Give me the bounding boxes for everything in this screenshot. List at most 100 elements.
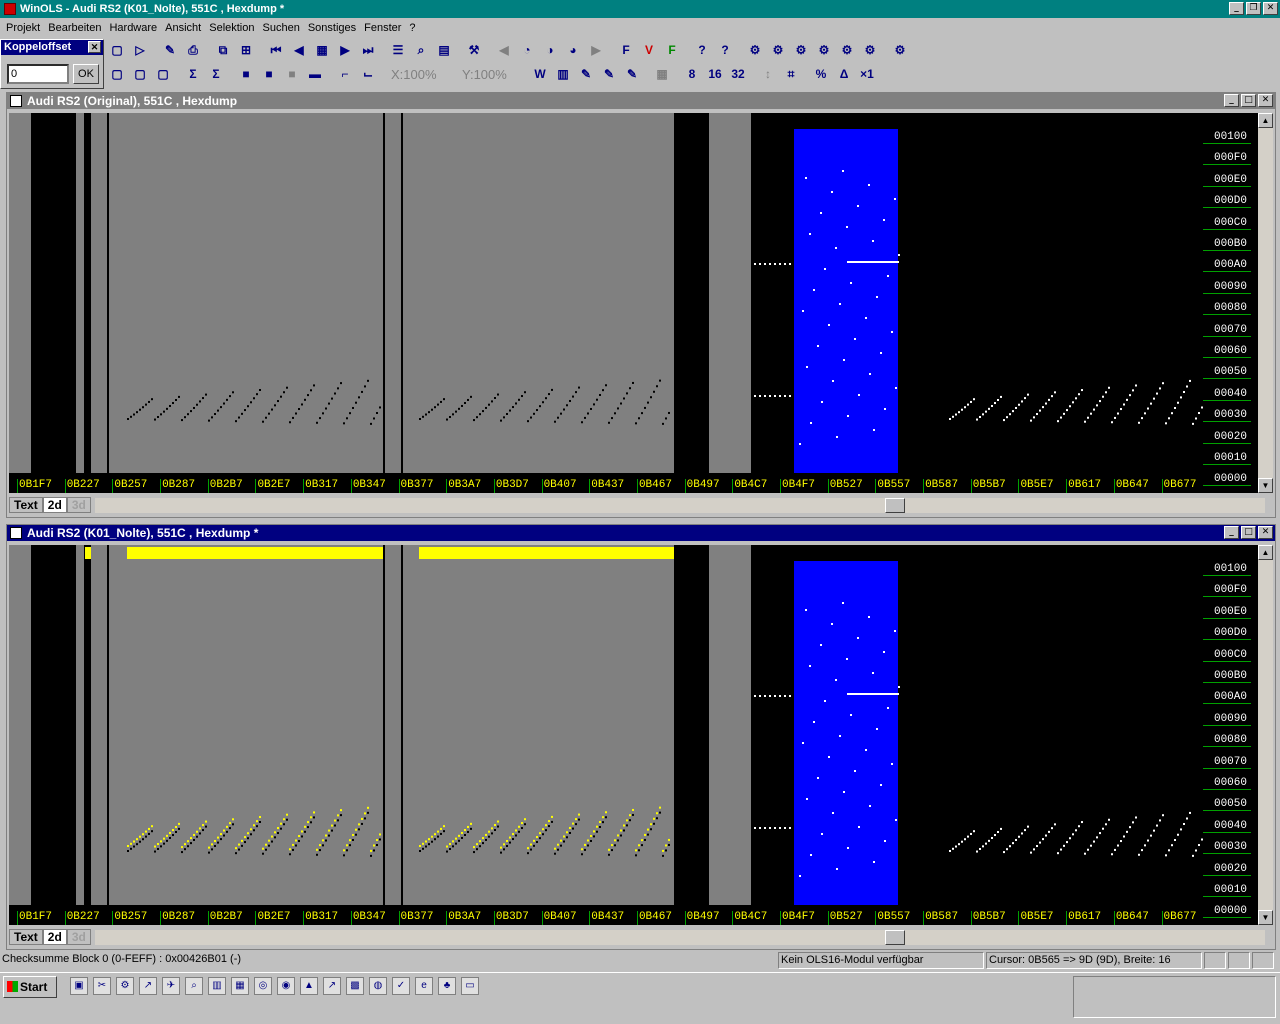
list-icon[interactable]: ☰ (387, 40, 409, 60)
ok-button[interactable]: OK (73, 64, 99, 84)
menu-hardware[interactable]: Hardware (105, 22, 161, 34)
hexdump-plot[interactable]: 00100 000F0 000E0 000D0 000C0 000B0 000A0 00090… (9, 113, 1265, 493)
hex-icon[interactable]: ⌗ (780, 64, 802, 84)
table-icon[interactable]: ▦ (651, 64, 673, 84)
find-icon[interactable]: ⌕ (410, 40, 432, 60)
gauge1-icon[interactable]: ◔ (516, 40, 538, 60)
restore-button[interactable]: ❐ (1246, 2, 1261, 15)
view3-icon[interactable]: ■ (281, 64, 303, 84)
width-h-icon[interactable]: ▥ (552, 64, 574, 84)
view4-icon[interactable]: ▬ (304, 64, 326, 84)
gauge3-icon[interactable]: ◕ (562, 40, 584, 60)
back-icon[interactable]: ◀ (493, 40, 515, 60)
search-icon[interactable]: ⌕ (185, 977, 203, 995)
factor-icon[interactable]: ×1 (856, 64, 878, 84)
gauge2-icon[interactable]: ◑ (539, 40, 561, 60)
view1-icon[interactable]: ■ (235, 64, 257, 84)
e-icon[interactable]: F (661, 40, 683, 60)
chart-icon[interactable]: ↗ (139, 977, 157, 995)
app-icon[interactable]: ♣ (438, 977, 456, 995)
close-icon[interactable]: ✕ (88, 41, 101, 53)
v-icon[interactable]: V (638, 40, 660, 60)
app-icon[interactable]: ◉ (277, 977, 295, 995)
first-icon[interactable]: ⏮ (265, 40, 287, 60)
horizontal-scrollbar[interactable] (94, 497, 1265, 513)
app-icon[interactable]: ◎ (254, 977, 272, 995)
hardware1-icon[interactable]: ⚙ (744, 40, 766, 60)
app-icon[interactable]: ▭ (461, 977, 479, 995)
hardware2-icon[interactable]: ⚙ (767, 40, 789, 60)
tab-3d[interactable]: 3d (66, 929, 91, 945)
menu-projekt[interactable]: Projekt (2, 22, 44, 34)
vertical-scrollbar[interactable]: ▲ ▼ (1258, 113, 1273, 493)
app-icon[interactable]: ▩ (346, 977, 364, 995)
maximize-button[interactable]: □ (1241, 526, 1256, 539)
minimize-button[interactable]: _ (1229, 2, 1244, 15)
maximize-button[interactable]: □ (1241, 94, 1256, 107)
next-icon[interactable]: ▶ (334, 40, 356, 60)
app-icon[interactable]: ✈ (162, 977, 180, 995)
tab-text[interactable]: Text (9, 497, 43, 513)
edit3-icon[interactable]: ✎ (621, 64, 643, 84)
menu-ansicht[interactable]: Ansicht (161, 22, 205, 34)
bits32-icon[interactable]: 32 (727, 64, 749, 84)
new-icon[interactable]: ▢ (106, 40, 128, 60)
start-button[interactable]: Start (3, 976, 57, 998)
forward-icon[interactable]: ▶ (585, 40, 607, 60)
view2-icon[interactable]: ■ (258, 64, 280, 84)
cursor1-icon[interactable]: ⌐ (334, 64, 356, 84)
lohi-icon[interactable]: ↕ (757, 64, 779, 84)
copy-window-icon[interactable]: ⧉ (212, 40, 234, 60)
menu-selektion[interactable]: Selektion (205, 22, 258, 34)
last-icon[interactable]: ⏭ (357, 40, 379, 60)
hexdump-plot[interactable]: 00100 000F0 000E0 000D0 000C0 000B0 000A0 00090… (9, 545, 1265, 925)
sum-all-icon[interactable]: Σ (205, 64, 227, 84)
menu-help[interactable]: ? (405, 22, 419, 34)
app-icon[interactable]: ✂ (93, 977, 111, 995)
hardware6-icon[interactable]: ⚙ (859, 40, 881, 60)
minimize-button[interactable]: _ (1224, 526, 1239, 539)
horizontal-scrollbar[interactable] (94, 929, 1265, 945)
tab-text[interactable]: Text (9, 929, 43, 945)
f-icon[interactable]: F (615, 40, 637, 60)
open-icon[interactable]: ▷ (129, 40, 151, 60)
hardware3-icon[interactable]: ⚙ (790, 40, 812, 60)
sum-icon[interactable]: Σ (182, 64, 204, 84)
compare-icon[interactable]: ⊞ (235, 40, 257, 60)
percent-icon[interactable]: % (810, 64, 832, 84)
close-button[interactable]: ✕ (1263, 2, 1278, 15)
import-icon[interactable]: ✎ (159, 40, 181, 60)
chart-icon[interactable]: ↗ (323, 977, 341, 995)
menu-suchen[interactable]: Suchen (259, 22, 304, 34)
width-w-icon[interactable]: W (529, 64, 551, 84)
window2-icon[interactable]: ▢ (129, 64, 151, 84)
window1-icon[interactable]: ▢ (106, 64, 128, 84)
minimize-button[interactable]: _ (1224, 94, 1239, 107)
tab-2d[interactable]: 2d (42, 497, 67, 513)
app-icon[interactable]: ▲ (300, 977, 318, 995)
hardware5-icon[interactable]: ⚙ (836, 40, 858, 60)
map-icon[interactable]: ▤ (433, 40, 455, 60)
help-icon[interactable]: ? (691, 40, 713, 60)
hardware7-icon[interactable]: ⚙ (889, 40, 911, 60)
print-icon[interactable]: ⎙ (182, 40, 204, 60)
tab-2d[interactable]: 2d (42, 929, 67, 945)
hardware4-icon[interactable]: ⚙ (813, 40, 835, 60)
koppeloffset-input[interactable] (7, 64, 69, 84)
delta-icon[interactable]: Δ (833, 64, 855, 84)
close-button[interactable]: ✕ (1258, 526, 1273, 539)
bits8-icon[interactable]: 8 (681, 64, 703, 84)
close-button[interactable]: ✕ (1258, 94, 1273, 107)
menu-sonstiges[interactable]: Sonstiges (304, 22, 360, 34)
app-icon[interactable]: ⚙ (116, 977, 134, 995)
vertical-scrollbar[interactable]: ▲ ▼ (1258, 545, 1273, 925)
edit1-icon[interactable]: ✎ (575, 64, 597, 84)
browser-icon[interactable]: e (415, 977, 433, 995)
zoom-x[interactable]: X:100% (387, 67, 457, 82)
app-icon[interactable]: ▥ (208, 977, 226, 995)
context-help-icon[interactable]: ? (714, 40, 736, 60)
app-icon[interactable]: ▣ (70, 977, 88, 995)
tools-icon[interactable]: ⚒ (463, 40, 485, 60)
app-icon[interactable]: ▦ (231, 977, 249, 995)
menu-fenster[interactable]: Fenster (360, 22, 405, 34)
